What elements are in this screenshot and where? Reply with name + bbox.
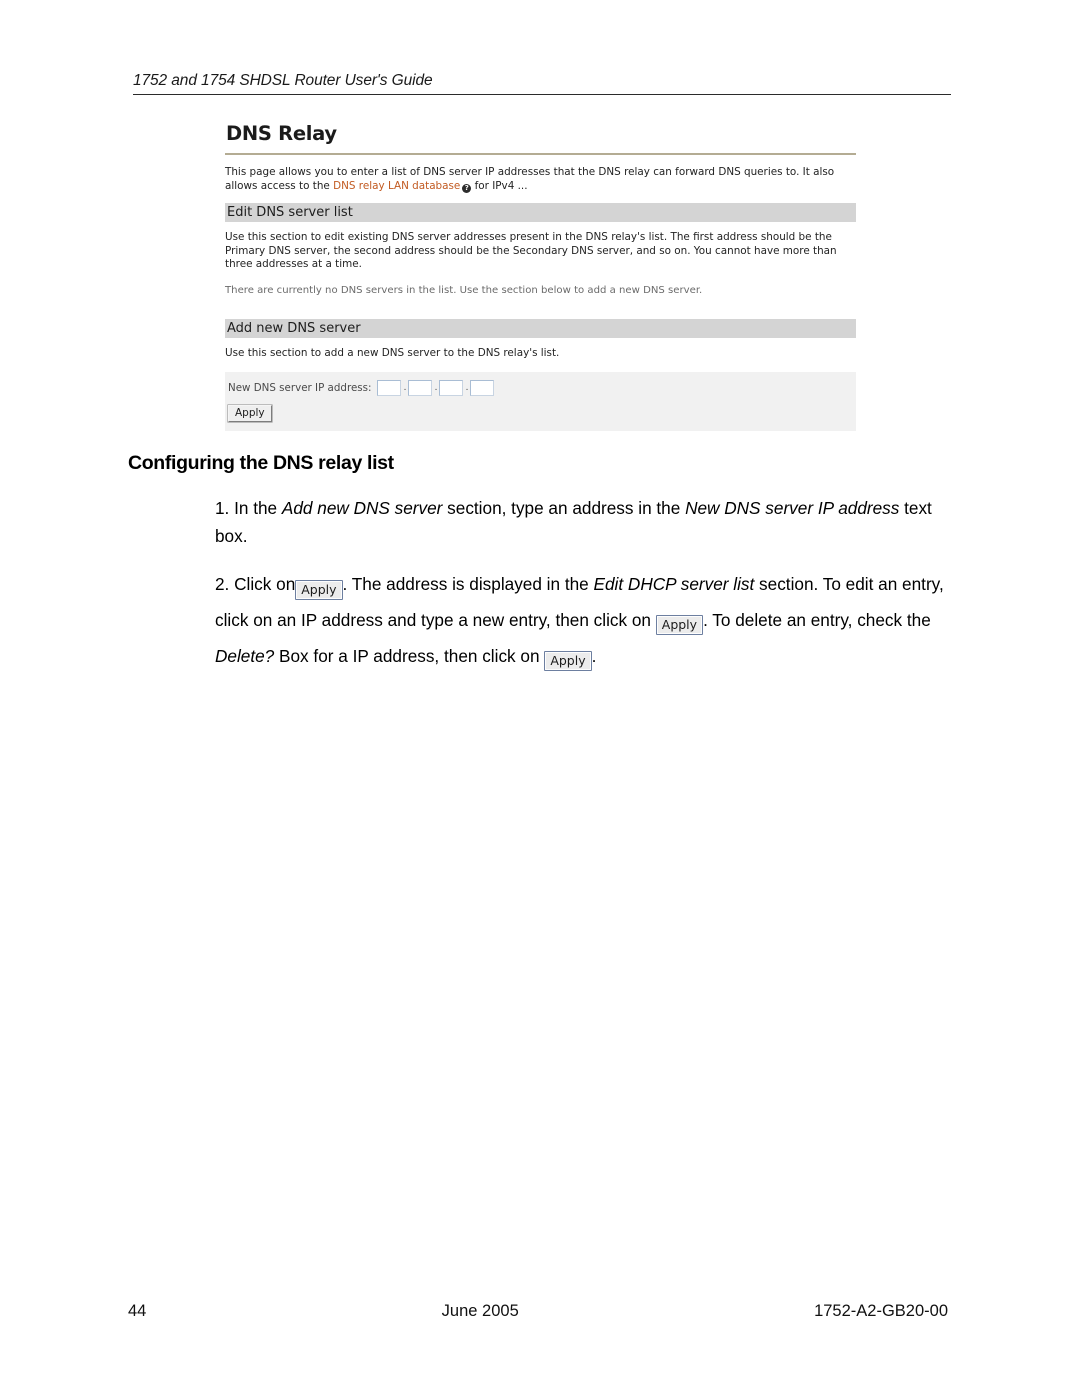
inline-apply-button-3[interactable]: Apply (544, 651, 592, 671)
step-1-emphasis-2: New DNS server IP address (685, 498, 900, 518)
header-divider (133, 94, 951, 95)
apply-button[interactable]: Apply (228, 404, 272, 422)
apply-button-row: Apply (225, 403, 856, 422)
add-new-dns-server-bar: Add new DNS server (225, 319, 856, 339)
edit-dns-server-list-note: There are currently no DNS servers in th… (225, 285, 703, 297)
intro-line-2-prefix: allows access to the (225, 179, 334, 192)
footer-date: June 2005 (441, 1302, 519, 1320)
inline-apply-button-1[interactable]: Apply (295, 580, 343, 600)
step-1-text-2: section, type an address in the (442, 498, 686, 518)
page-footer: 44 June 2005 1752-A2-GB20-00 (128, 1302, 948, 1321)
edit-dns-server-list-bar: Edit DNS server list (225, 203, 856, 223)
step-1-number: 1. (215, 498, 230, 518)
running-header: 1752 and 1754 SHDSL Router User's Guide (133, 72, 951, 95)
ip-separator-2: . (434, 381, 438, 393)
new-dns-ip-label: New DNS server IP address: (228, 381, 372, 394)
footer-page-number: 44 (128, 1302, 147, 1320)
intro-line-1: This page allows you to enter a list of … (225, 166, 835, 178)
step-2-number: 2. (215, 574, 230, 594)
screenshot-title-rule (225, 153, 856, 155)
ip-octet-4-input[interactable] (470, 379, 495, 396)
step-2-text-6: . (591, 646, 597, 666)
ip-octet-1-input[interactable] (377, 379, 402, 396)
ip-octet-2-input[interactable] (408, 379, 433, 396)
step-1-emphasis-1: Add new DNS server (281, 498, 443, 518)
dns-relay-screenshot: DNS Relay This page allows you to enter … (225, 122, 856, 431)
step-2-text-1: Click on (229, 574, 296, 594)
footer-document-number: 1752-A2-GB20-00 (814, 1302, 948, 1320)
step-2-text-4: . To delete an entry, check the (703, 610, 931, 630)
ip-octet-3-input[interactable] (439, 379, 464, 396)
step-2-emphasis-1: Edit DHCP server list (593, 574, 755, 594)
new-dns-ip-row: New DNS server IP address: . . . (225, 379, 856, 396)
intro-line-2-suffix: for IPv4 ... (471, 179, 528, 192)
add-new-dns-server-body: Use this section to add a new DNS server… (225, 347, 560, 360)
instruction-steps: 1. In the Add new DNS server section, ty… (215, 494, 945, 690)
running-header-title: 1752 and 1754 SHDSL Router User's Guide (133, 72, 433, 89)
step-2-text-2: . The address is displayed in the (342, 574, 594, 594)
step-2-text-5: Box for a IP address, then click on (274, 646, 545, 666)
document-page: 1752 and 1754 SHDSL Router User's Guide … (0, 0, 1080, 1397)
help-icon[interactable]: ? (462, 183, 472, 193)
dns-relay-lan-database-link[interactable]: DNS relay LAN database (333, 180, 460, 192)
screenshot-page-title: DNS Relay (226, 122, 337, 145)
inline-apply-button-2[interactable]: Apply (655, 615, 704, 635)
step-2-emphasis-2: Delete? (215, 646, 275, 666)
edit-dns-server-list-body: Use this section to edit existing DNS se… (225, 231, 837, 270)
page-section-heading: Configuring the DNS relay list (128, 452, 394, 474)
add-new-dns-server-form: New DNS server IP address: . . . Apply (225, 371, 856, 431)
ip-separator-3: . (465, 381, 469, 393)
ip-separator-1: . (403, 381, 407, 393)
screenshot-intro-text: This page allows you to enter a list of … (225, 166, 850, 193)
step-2: 2. Click on Apply. The address is display… (215, 566, 945, 674)
step-1: 1. In the Add new DNS server section, ty… (215, 494, 945, 550)
step-1-text-1: In the (229, 498, 282, 518)
